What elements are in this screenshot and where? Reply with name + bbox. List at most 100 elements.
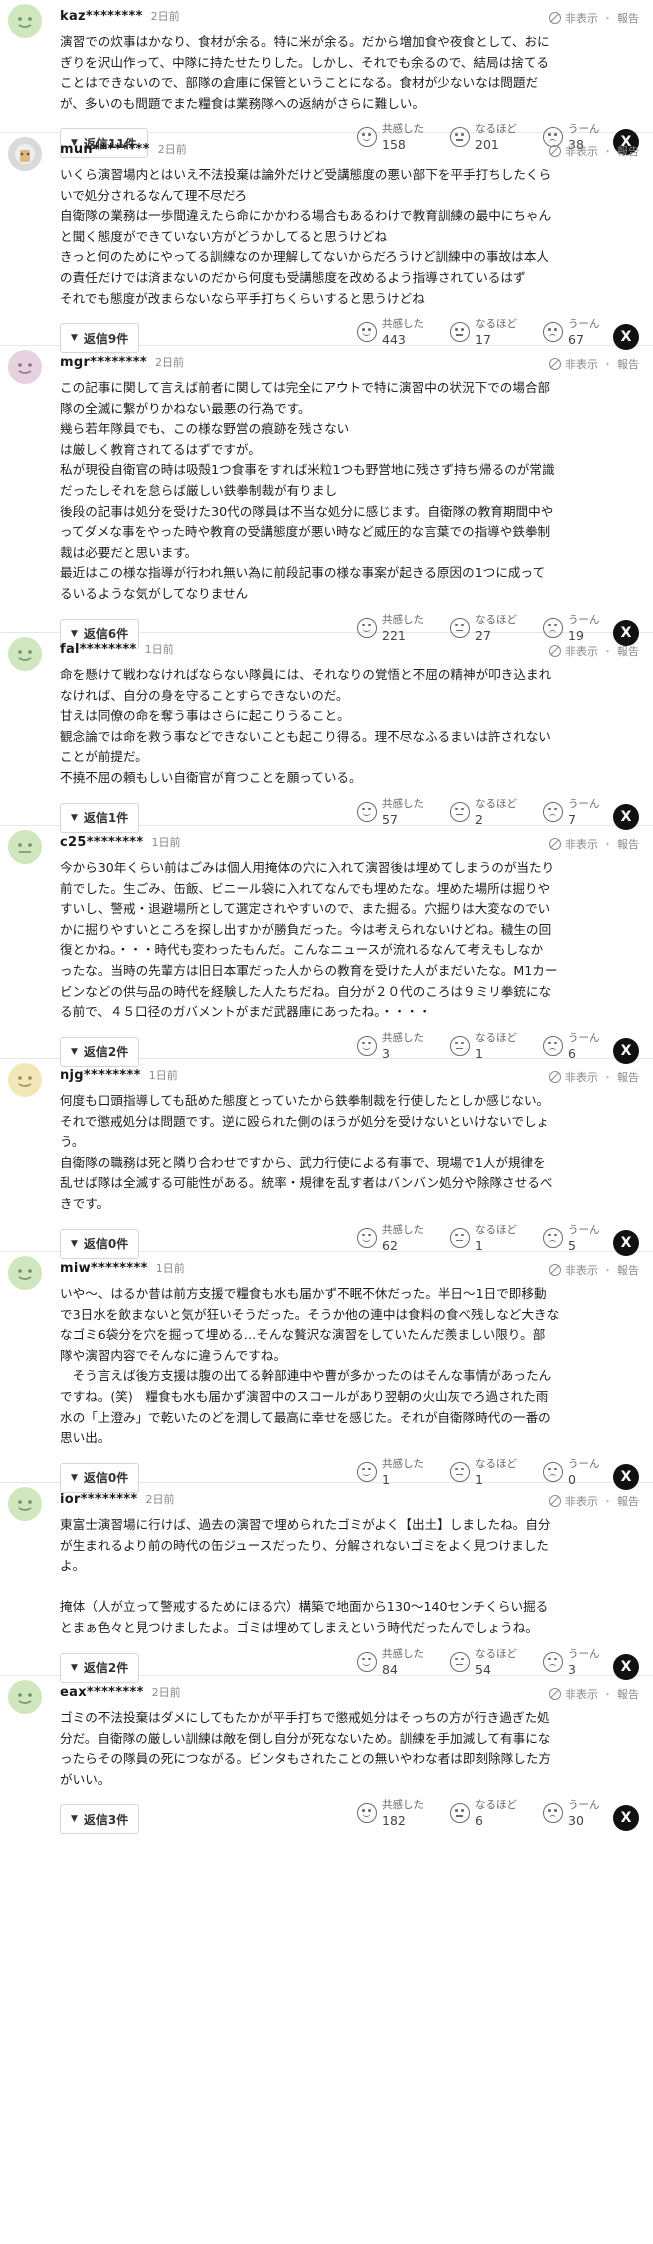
report-link[interactable]: 報告: [617, 10, 639, 26]
hide-icon: [549, 1688, 561, 1700]
reply-count: 返信0件: [83, 1237, 129, 1252]
reaction-label: なるほど: [475, 1457, 517, 1470]
hide-icon: [549, 1264, 561, 1276]
comment-line: とまぁ色々と見つけましたよ。ゴミは埋めてしまえという時代だったんでしょうね。: [60, 1619, 538, 1635]
thinking-icon: [450, 801, 470, 822]
report-link[interactable]: 報告: [617, 1493, 639, 1509]
hide-link[interactable]: 非表示: [565, 356, 598, 372]
hide-link[interactable]: 非表示: [565, 643, 598, 659]
comment-line: がいい。: [60, 1771, 111, 1787]
hide-link[interactable]: 非表示: [565, 1262, 598, 1278]
reaction-count: 182: [382, 1813, 406, 1829]
comment-line: 隊や演習内容でそんなに違うんですね。: [60, 1347, 287, 1363]
username[interactable]: c25********: [60, 835, 143, 850]
comment-line: すいし、警戒・退避場所として選定されやすいので、また掘る。穴掘りは大変なのでい: [60, 901, 551, 917]
insight-reaction[interactable]: なるほど 54: [450, 1647, 543, 1678]
insight-reaction[interactable]: なるほど 2: [450, 797, 543, 828]
comment-line: が、多いのも問題でまた糧食は業務隊への返納がさらに難しい。: [60, 95, 425, 111]
report-link[interactable]: 報告: [617, 1262, 639, 1278]
replies-toggle-button[interactable]: ▼ 返信3件: [60, 1804, 140, 1835]
doubt-reaction[interactable]: うーん 67: [543, 317, 609, 348]
hide-link[interactable]: 非表示: [565, 143, 598, 159]
avatar[interactable]: [8, 1680, 42, 1714]
hide-link[interactable]: 非表示: [565, 10, 598, 26]
frown-icon: [543, 1035, 563, 1056]
doubt-reaction[interactable]: うーん 6: [543, 1031, 609, 1062]
post-time: 2日前: [157, 143, 187, 156]
comment-line: だったしそれを怠らば厳しい鉄拳制裁が有りまし: [60, 482, 338, 498]
doubt-reaction[interactable]: うーん 5: [543, 1223, 609, 1254]
doubt-reaction[interactable]: うーん 30: [543, 1798, 609, 1829]
avatar[interactable]: [8, 1487, 42, 1521]
thinking-icon: [450, 1803, 470, 1824]
smile-icon: [357, 1803, 377, 1824]
reaction-label: うーん: [568, 318, 600, 331]
comment-item: c25******** 1日前 非表示 ・ 報告 今から30年くらい前はごみは個…: [0, 826, 653, 1067]
empathy-reaction[interactable]: 共感した 84: [357, 1647, 450, 1678]
reaction-count: 84: [382, 1661, 398, 1677]
reaction-count: 30: [568, 1813, 584, 1829]
username[interactable]: fal********: [60, 642, 137, 657]
username[interactable]: ior********: [60, 1492, 138, 1507]
reaction-label: うーん: [568, 1457, 600, 1470]
doubt-reaction[interactable]: うーん 3: [543, 1647, 609, 1678]
hide-icon: [549, 358, 561, 370]
report-link[interactable]: 報告: [617, 356, 639, 372]
empathy-reaction[interactable]: 共感した 443: [357, 317, 450, 348]
username[interactable]: eax********: [60, 1685, 144, 1700]
hide-link[interactable]: 非表示: [565, 1493, 598, 1509]
avatar[interactable]: [8, 4, 42, 38]
avatar[interactable]: [8, 1256, 42, 1290]
comment-line: 最近はこの様な指導が行われ無い為に前段記事の様な事案が起きる原因の1つに成って: [60, 565, 546, 581]
username[interactable]: mgr********: [60, 355, 147, 370]
empathy-reaction[interactable]: 共感した 62: [357, 1223, 450, 1254]
avatar[interactable]: [8, 350, 42, 384]
hide-link[interactable]: 非表示: [565, 1686, 598, 1702]
report-link[interactable]: 報告: [617, 1069, 639, 1085]
comment-line: それで懲戒処分は問題です。逆に殴られた側のほうが処分を受けないといけないでしょ: [60, 1113, 550, 1129]
insight-reaction[interactable]: なるほど 6: [450, 1798, 543, 1829]
comment-line: 不撓不屈の頼もしい自衛官が育つことを願っている。: [60, 769, 362, 785]
report-link[interactable]: 報告: [617, 836, 639, 852]
comment-line: ったな。当時の先輩方は旧日本軍だった人からの教育を受けた人がまだいたな。M1カー: [60, 962, 558, 978]
comment-line: ですね。(笑) 糧食も水も届かず演習中のスコールがあり翌朝の火山灰でろ過された雨: [60, 1388, 549, 1404]
avatar[interactable]: [8, 637, 42, 671]
smile-icon: [357, 801, 377, 822]
report-link[interactable]: 報告: [617, 143, 639, 159]
hide-link[interactable]: 非表示: [565, 1069, 598, 1085]
username[interactable]: kaz********: [60, 9, 143, 24]
avatar[interactable]: [8, 137, 42, 171]
reaction-count: 54: [475, 1661, 491, 1677]
insight-reaction[interactable]: なるほど 1: [450, 1223, 543, 1254]
comment-line: なければ、自分の身を守ることすらできないのだ。: [60, 687, 349, 703]
comment-line: いくら演習場内とはいえ不法投棄は論外だけど受講態度の悪い部下を平手打ちしたくら: [60, 167, 552, 182]
comment-line: ったらその隊員の死につながる。ビンタもされたことの無いやわな者は即刻除隊した方: [60, 1751, 552, 1767]
empathy-reaction[interactable]: 共感した 182: [357, 1798, 450, 1829]
comment-line: なゴミ6袋分を穴を掘って埋める…そんな贅沢な演習をしていたんだ羨ましい限り。部: [60, 1327, 546, 1343]
avatar[interactable]: [8, 1063, 42, 1097]
doubt-reaction[interactable]: うーん 7: [543, 797, 609, 828]
avatar[interactable]: [8, 830, 42, 864]
comment-line: 演習での炊事はかなり、食材が余る。特に米が余る。だから増加食や夜食として、おに: [60, 34, 550, 49]
empathy-reaction[interactable]: 共感した 57: [357, 797, 450, 828]
comment-line: よ。: [60, 1558, 86, 1574]
reaction-label: 共感した: [382, 1031, 424, 1044]
comment-body: いくら演習場内とはいえ不法投棄は論外だけど受講態度の悪い部下を平手打ちしたくら …: [60, 165, 639, 309]
smile-icon: [357, 1651, 377, 1672]
report-link[interactable]: 報告: [617, 643, 639, 659]
empathy-reaction[interactable]: 共感した 3: [357, 1031, 450, 1062]
comment-body: 何度も口頭指導しても舐めた態度とっていたから鉄拳制裁を行使したとしか感じない。 …: [60, 1091, 639, 1215]
hide-link[interactable]: 非表示: [565, 836, 598, 852]
hide-icon: [549, 145, 561, 157]
comment-line: それでも態度が改まらないなら平手打ちくらいすると思うけどね: [60, 290, 425, 306]
username[interactable]: miw********: [60, 1261, 148, 1276]
comment-line: ビンなどの供与品の時代を経験した人たちだね。自分が２０代のころは９ミリ拳銃にな: [60, 983, 552, 999]
username[interactable]: njg********: [60, 1068, 141, 1083]
insight-reaction[interactable]: なるほど 1: [450, 1031, 543, 1062]
reaction-label: 共感した: [382, 1647, 424, 1660]
username[interactable]: mun********: [60, 142, 150, 157]
report-link[interactable]: 報告: [617, 1686, 639, 1702]
share-x-button[interactable]: X: [613, 1805, 639, 1832]
comment-body: ゴミの不法投棄はダメにしてもたかが平手打ちで懲戒処分はそっちの方が行き過ぎた処 …: [60, 1708, 639, 1790]
insight-reaction[interactable]: なるほど 17: [450, 317, 543, 348]
